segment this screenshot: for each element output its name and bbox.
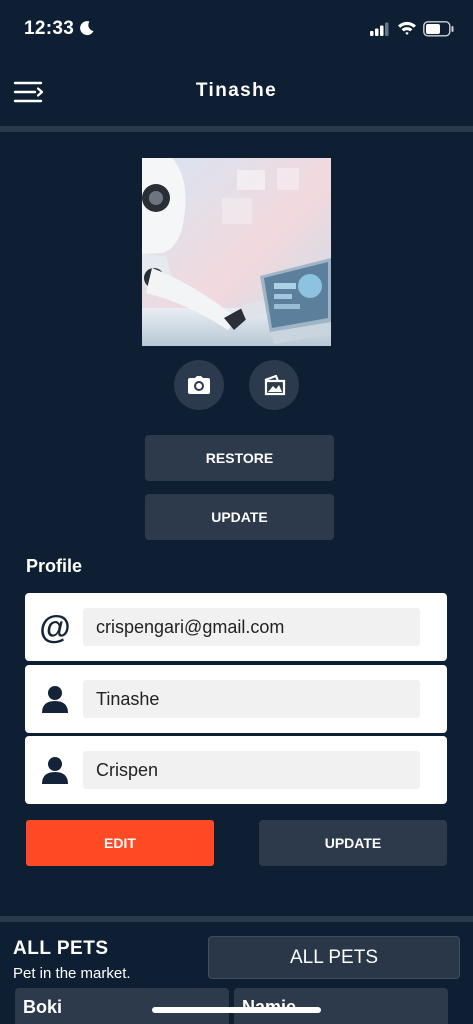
pet-name: Boki (23, 997, 63, 1017)
email-card: @ (25, 593, 447, 661)
pets-section-subtitle: Pet in the market. (13, 965, 131, 982)
last-name-card (25, 736, 447, 804)
person-icon (39, 683, 71, 715)
wifi-icon (398, 21, 416, 35)
update-photo-button[interactable]: UPDATE (145, 494, 334, 540)
section-divider (0, 916, 473, 922)
last-name-field[interactable] (83, 751, 420, 789)
cellular-signal-icon (370, 22, 389, 36)
gallery-button[interactable] (249, 360, 299, 410)
pet-card[interactable]: Namie (234, 988, 448, 1024)
person-icon (39, 754, 71, 786)
at-icon: @ (39, 609, 71, 645)
pet-card[interactable]: Boki (15, 988, 229, 1024)
pets-section-title: ALL PETS (13, 938, 109, 959)
edit-profile-button[interactable]: EDIT (26, 820, 214, 866)
update-profile-button[interactable]: UPDATE (259, 820, 447, 866)
profile-section-title: Profile (26, 556, 83, 576)
page-title: Tinashe (195, 80, 278, 101)
status-time: 12:33 (24, 18, 75, 39)
all-pets-button[interactable]: ALL PETS (208, 936, 460, 979)
profile-photo (142, 158, 331, 346)
first-name-card (25, 665, 447, 733)
app-bar: Tinashe (0, 60, 473, 126)
home-indicator (152, 1007, 321, 1013)
status-bar: 12:33 (0, 0, 473, 60)
first-name-field[interactable] (83, 680, 420, 718)
camera-button[interactable] (174, 360, 224, 410)
battery-icon (423, 21, 454, 37)
header-divider (0, 126, 473, 132)
camera-icon (188, 376, 210, 394)
restore-button[interactable]: RESTORE (145, 435, 334, 481)
moon-icon (80, 21, 94, 36)
gallery-icon (264, 374, 286, 396)
email-field[interactable] (83, 608, 420, 646)
